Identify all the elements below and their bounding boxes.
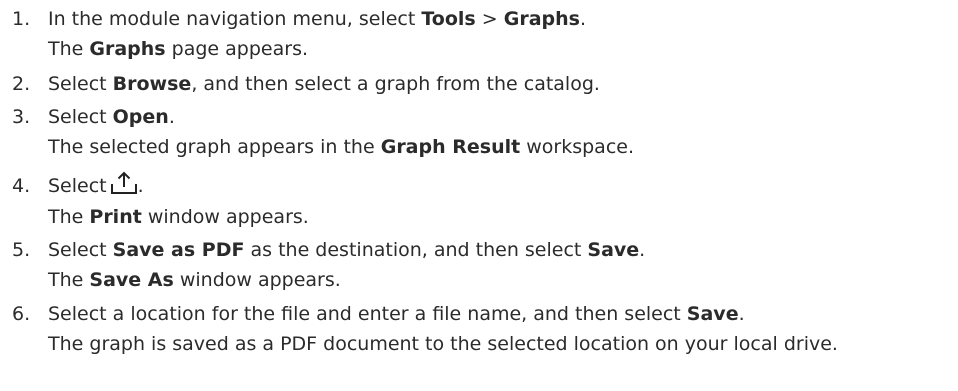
result-text: The <box>48 206 90 228</box>
step-text: Select <box>48 73 113 95</box>
step-4-instruction: 4. Select. <box>12 166 956 202</box>
result-text: window appears. <box>173 269 341 291</box>
result-text: The graph is saved as a PDF document to … <box>48 333 838 355</box>
step-6: 6. Select a location for the file and ent… <box>12 299 956 359</box>
ui-term-tools: Tools <box>421 8 476 30</box>
result-text: workspace. <box>520 136 634 158</box>
step-text: In the module navigation menu, select <box>48 8 422 30</box>
step-text: Select <box>48 239 113 261</box>
step-text: Select <box>48 106 113 128</box>
ui-term-save: Save <box>686 303 739 325</box>
result-text: page appears. <box>165 38 309 60</box>
step-1: 1. In the module navigation menu, select … <box>12 4 956 64</box>
ui-term-browse: Browse <box>112 73 192 95</box>
ui-term-graphs: Graphs <box>89 38 166 60</box>
step-text: . <box>639 239 646 261</box>
step-2-instruction: 2. Select Browse, and then select a graph… <box>12 69 956 99</box>
step-number: 5. <box>12 239 31 261</box>
step-4-result: The Print window appears. <box>12 202 956 232</box>
step-5-result: The Save As window appears. <box>12 265 956 295</box>
step-3-result: The selected graph appears in the Graph … <box>12 132 956 162</box>
step-text: . <box>579 8 587 30</box>
result-text: The selected graph appears in the <box>48 136 381 158</box>
step-number: 2. <box>12 73 31 95</box>
step-text: > <box>475 8 504 30</box>
result-text: The <box>48 38 90 60</box>
step-5: 5. Select Save as PDF as the destination,… <box>12 235 956 295</box>
step-text: Select a location for the file and enter… <box>48 303 687 325</box>
step-3-instruction: 3. Select Open. <box>12 102 956 132</box>
step-text: . <box>168 106 175 128</box>
ui-term-save: Save <box>587 239 640 261</box>
step-number: 3. <box>12 106 31 128</box>
step-2: 2. Select Browse, and then select a graph… <box>12 69 956 99</box>
ui-term-graph-result: Graph Result <box>380 136 521 158</box>
ui-term-print: Print <box>89 206 142 228</box>
step-6-result: The graph is saved as a PDF document to … <box>12 329 956 359</box>
step-1-result: The Graphs page appears. <box>12 34 956 64</box>
step-number: 1. <box>12 8 31 30</box>
step-text: . <box>738 303 745 325</box>
ui-term-graphs: Graphs <box>503 8 580 30</box>
step-text: Select <box>48 175 107 197</box>
step-number: 6. <box>12 303 31 325</box>
step-4: 4. Select. The Print window appears. <box>12 166 956 232</box>
share-upload-icon <box>109 170 139 196</box>
step-6-instruction: 6. Select a location for the file and ent… <box>12 299 956 329</box>
ui-term-open: Open <box>112 106 169 128</box>
result-text: window appears. <box>141 206 309 228</box>
result-text: The <box>48 269 90 291</box>
step-text: as the destination, and then select <box>244 239 588 261</box>
step-5-instruction: 5. Select Save as PDF as the destination,… <box>12 235 956 265</box>
ui-term-save-as: Save As <box>89 269 174 291</box>
step-3: 3. Select Open. The selected graph appear… <box>12 102 956 162</box>
step-text: , and then select a graph from the catal… <box>191 73 600 95</box>
step-text: . <box>137 175 144 197</box>
step-number: 4. <box>12 175 31 197</box>
ui-term-save-as-pdf: Save as PDF <box>112 239 245 261</box>
step-1-instruction: 1. In the module navigation menu, select … <box>12 4 956 34</box>
